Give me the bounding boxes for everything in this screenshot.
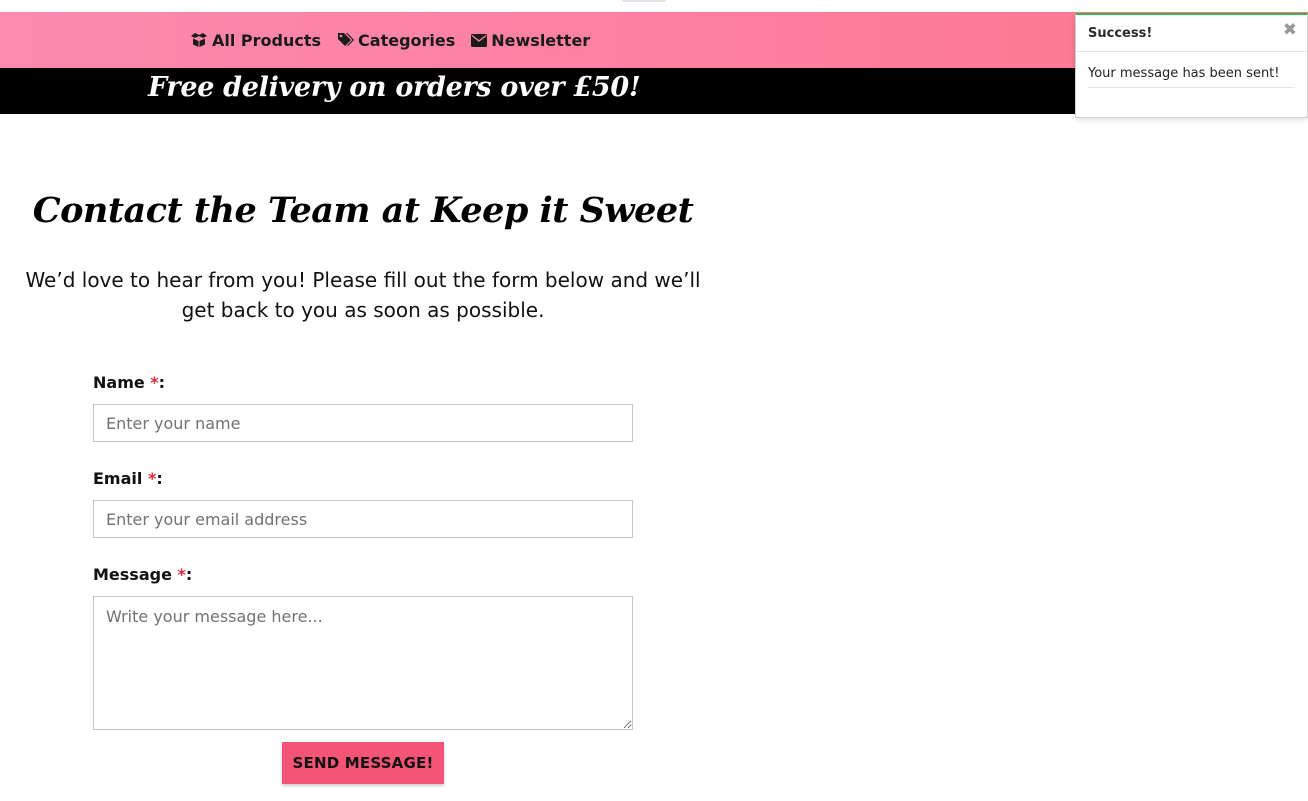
contact-intro: We’d love to hear from you! Please fill … (25, 268, 701, 322)
toast-title: Success! (1088, 25, 1153, 41)
page-title: Contact the Team at Keep it Sweet (32, 190, 694, 231)
name-label-text: Name (93, 373, 145, 392)
toast-body: Your message has been sent! (1076, 52, 1307, 88)
required-mark: * (177, 565, 186, 584)
message-label-text: Message (93, 565, 172, 584)
success-toast: Success! ✖ Your message has been sent! (1075, 13, 1308, 118)
nav-item-label: Categories (358, 30, 456, 50)
email-label-text: Email (93, 469, 143, 488)
scroll-indicator (622, 0, 666, 2)
nav-item-categories[interactable]: Categories (337, 31, 455, 50)
tags-icon (337, 32, 355, 48)
nav-item-newsletter[interactable]: Newsletter (471, 31, 590, 50)
nav-item-label: Newsletter (491, 30, 591, 50)
required-mark: * (150, 373, 159, 392)
nav-item-all-products[interactable]: All Products (190, 31, 321, 50)
top-strip (0, 0, 1308, 12)
name-label: Name *: (93, 373, 166, 392)
box-open-icon (190, 32, 208, 48)
name-input[interactable] (93, 404, 633, 442)
required-mark: * (147, 469, 157, 488)
close-icon[interactable]: ✖ (1283, 19, 1297, 41)
nav-item-label: All Products (212, 30, 322, 50)
toast-message: Your message has been sent! (1088, 66, 1295, 88)
contact-form: Name *: Email *: Message *: (93, 372, 633, 730)
email-label: Email *: (93, 469, 163, 488)
nav-links: All Products Categories Newsletter (190, 12, 606, 68)
promo-text: Free delivery on orders over £50! (148, 72, 641, 103)
envelope-icon (471, 33, 488, 47)
toast-header: Success! ✖ (1076, 15, 1307, 52)
send-message-button[interactable]: SEND MESSAGE! (282, 742, 444, 784)
email-input[interactable] (93, 500, 633, 538)
contact-section: Contact the Team at Keep it Sweet We’d l… (0, 190, 726, 325)
message-textarea[interactable] (93, 596, 633, 730)
message-label: Message *: (93, 565, 193, 584)
